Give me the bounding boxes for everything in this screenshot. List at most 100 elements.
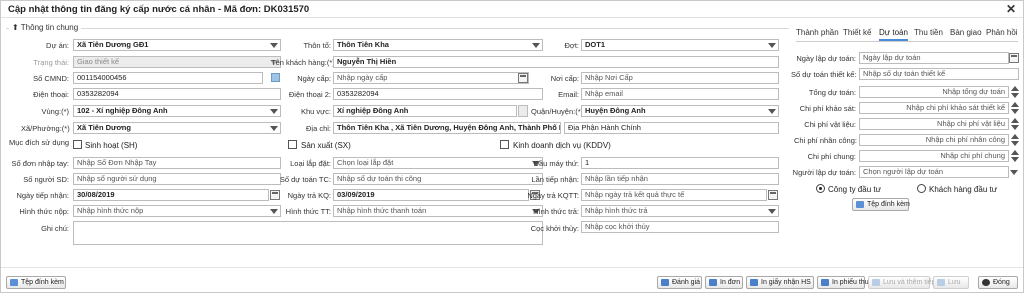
attach-icon	[10, 279, 18, 286]
vung-select[interactable]: 102 - Xí nghiệp Đông Anh	[73, 105, 281, 117]
ngay-cap-input[interactable]: Nhập ngày cấp	[333, 72, 529, 84]
collapse-arrow-icon: ⬆	[12, 23, 19, 32]
dien-thoai-label: Điện thoại:	[33, 90, 69, 99]
so-du-toan-tc-input[interactable]: Nhập số dự toán thi công	[333, 173, 543, 185]
chevron-down-icon[interactable]	[269, 39, 279, 51]
in-phieu-thu-button[interactable]: In phiếu thu	[817, 276, 869, 289]
coc-khoi-thuy-input[interactable]: Nhập cọc khởi thủy	[581, 221, 779, 233]
save-icon	[872, 279, 880, 286]
ghi-chu-textarea[interactable]	[73, 221, 543, 245]
thon-to-select[interactable]: Thôn Tiên Kha	[333, 39, 543, 51]
luu-va-them-tiep-button[interactable]: Lưu và thêm tiếp	[868, 276, 936, 289]
chevron-down-icon[interactable]	[1009, 166, 1019, 178]
chevron-down-icon[interactable]	[767, 39, 777, 51]
cmnd-verified-checkbox[interactable]	[271, 73, 280, 82]
calendar-icon[interactable]	[518, 73, 528, 83]
chevron-down-icon[interactable]	[767, 205, 777, 217]
dia-chi-input[interactable]: Thôn Tiên Kha , Xã Tiên Dương, Huyện Đôn…	[333, 122, 561, 134]
ten-khach-hang-label: Tên khách hàng:(*)	[271, 58, 335, 67]
ten-khach-hang-input[interactable]: Nguyễn Thị Hiền	[333, 56, 779, 68]
tab-thiet-ke[interactable]: Thiết kế	[843, 28, 871, 37]
du-toan-attach-label: Tệp đính kèm	[867, 201, 910, 208]
lan-tiep-nhan-input[interactable]: Nhập lần tiếp nhận	[581, 173, 779, 185]
ngay-lap-du-toan-input[interactable]: Ngày lập dự toán	[859, 52, 1009, 64]
hinh-thuc-tt-select[interactable]: Nhập hình thức thanh toán	[333, 205, 543, 217]
nguoi-lap-du-toan-select[interactable]: Chọn người lập dự toán	[859, 166, 1009, 178]
ngay-tra-kqtt-input[interactable]: Nhập ngày trả kết quả thực tế	[581, 189, 767, 201]
tong-du-toan-input[interactable]: Nhập tổng dự toán	[859, 86, 1009, 98]
noi-cap-input[interactable]: Nhập Nơi Cấp	[581, 72, 779, 84]
so-cmnd-input[interactable]: 001154000456	[73, 72, 263, 84]
dot-select[interactable]: DOT1	[581, 39, 779, 51]
xa-phuong-label: Xã/Phường:(*)	[21, 124, 70, 133]
calendar-icon[interactable]	[768, 190, 778, 200]
chevron-down-icon[interactable]	[531, 39, 541, 51]
quan-huyen-select[interactable]: Huyện Đông Anh	[581, 105, 779, 117]
chi-phi-chung-input[interactable]: Nhập chi phí chung	[859, 150, 1009, 162]
danh-gia-button[interactable]: Đánh giá	[657, 276, 702, 289]
dia-phan-input[interactable]: Địa Phận Hành Chính	[564, 122, 779, 134]
lan-tiep-nhan-label: Lần tiếp nhận:	[531, 175, 579, 184]
loai-lap-dat-select[interactable]: Chọn loại lắp đặt	[333, 157, 543, 169]
chi-phi-nhan-cong-input[interactable]: Nhập chi phí nhân công	[859, 134, 1009, 146]
tab-ban-giao[interactable]: Bàn giao	[950, 28, 982, 37]
trang-thai-label: Trạng thái:	[33, 58, 69, 67]
cong-ty-dau-tu-radio[interactable]	[816, 184, 825, 193]
in-don-label: In đơn	[720, 279, 741, 286]
ngay-tra-kq-input[interactable]: 03/09/2019	[333, 189, 529, 201]
spinner-icon[interactable]	[1011, 118, 1019, 130]
email-input[interactable]: Nhập email	[581, 88, 779, 100]
chi-phi-khao-sat-input[interactable]: Nhập chi phí khảo sát thiết kế	[859, 102, 1009, 114]
spinner-icon[interactable]	[1011, 86, 1019, 98]
spinner-icon[interactable]	[1011, 134, 1019, 146]
khach-hang-dau-tu-label: Khách hàng đầu tư	[929, 185, 998, 194]
san-xuat-checkbox[interactable]	[288, 140, 297, 149]
luu-label: Lưu	[948, 279, 961, 286]
chevron-down-icon[interactable]	[269, 122, 279, 134]
du-an-select[interactable]: Xã Tiên Dương GĐ1	[73, 39, 281, 51]
tab-du-toan[interactable]: Dự toán	[879, 28, 908, 41]
dau-may-thu-input[interactable]: 1	[581, 157, 779, 169]
sinh-hoat-label: Sinh hoạt (SH)	[85, 141, 138, 150]
general-info-legend[interactable]: ⬆ Thông tin chung	[9, 23, 82, 32]
so-nguoi-sd-input[interactable]: Nhập số người sử dụng	[73, 173, 281, 185]
calendar-icon[interactable]	[1009, 53, 1019, 63]
khu-vuc-input[interactable]: Xí nghiệp Đông Anh	[333, 105, 517, 117]
footer-attach-button[interactable]: Tệp đính kèm	[6, 276, 66, 289]
kinh-doanh-checkbox[interactable]	[500, 140, 509, 149]
print-icon	[750, 279, 758, 286]
tab-thu-tien[interactable]: Thu tiền	[914, 28, 943, 37]
in-giay-nhan-hs-button[interactable]: In giấy nhận HS	[746, 276, 814, 289]
so-du-toan-tk-input[interactable]: Nhập số dự toán thiết kế	[859, 68, 1019, 80]
luu-button[interactable]: Lưu	[933, 276, 969, 289]
chevron-down-icon[interactable]	[269, 105, 279, 117]
so-cmnd-label: Số CMND:	[33, 74, 69, 83]
dien-thoai-input[interactable]: 0353282094	[73, 88, 281, 100]
dia-chi-label: Địa chỉ:	[305, 124, 331, 133]
khach-hang-dau-tu-radio[interactable]	[917, 184, 926, 193]
tab-thanh-phan[interactable]: Thành phần	[796, 28, 839, 37]
tab-phan-hoi[interactable]: Phản hồi	[986, 28, 1018, 37]
du-toan-attach-button[interactable]: Tệp đính kèm	[852, 198, 910, 211]
sinh-hoat-checkbox[interactable]	[73, 140, 82, 149]
dien-thoai-2-input[interactable]: 0353282094	[333, 88, 543, 100]
so-don-nhap-tay-label: Số đơn nhập tay:	[11, 159, 69, 168]
so-du-toan-tc-label: Số dự toán TC:	[279, 175, 331, 184]
in-don-button[interactable]: In đơn	[705, 276, 743, 289]
close-icon[interactable]: ✕	[1006, 2, 1016, 16]
spinner-icon[interactable]	[1011, 150, 1019, 162]
xa-phuong-select[interactable]: Xã Tiên Dương	[73, 122, 281, 134]
kinh-doanh-label: Kinh doanh dịch vụ (KDDV)	[513, 141, 611, 150]
so-don-nhap-tay-input[interactable]: Nhập Số Đơn Nhập Tay	[73, 157, 281, 169]
ngay-tiep-nhan-input[interactable]: 30/08/2019	[73, 189, 269, 201]
chevron-down-icon[interactable]	[767, 105, 777, 117]
hinh-thuc-tra-select[interactable]: Nhập hình thức trả	[581, 205, 779, 217]
khu-vuc-button[interactable]	[518, 105, 528, 117]
ngay-tiep-nhan-label: Ngày tiếp nhận:	[16, 191, 69, 200]
spinner-icon[interactable]	[1011, 102, 1019, 114]
chi-phi-vat-lieu-input[interactable]: Nhập chi phí vật liệu	[859, 118, 1009, 130]
hinh-thuc-nop-select[interactable]: Nhập hình thức nộp	[73, 205, 281, 217]
chi-phi-vat-lieu-label: Chi phí vật liệu:	[804, 120, 856, 129]
khu-vuc-label: Khu vực:	[300, 107, 331, 116]
dong-button[interactable]: Đóng	[978, 276, 1018, 289]
